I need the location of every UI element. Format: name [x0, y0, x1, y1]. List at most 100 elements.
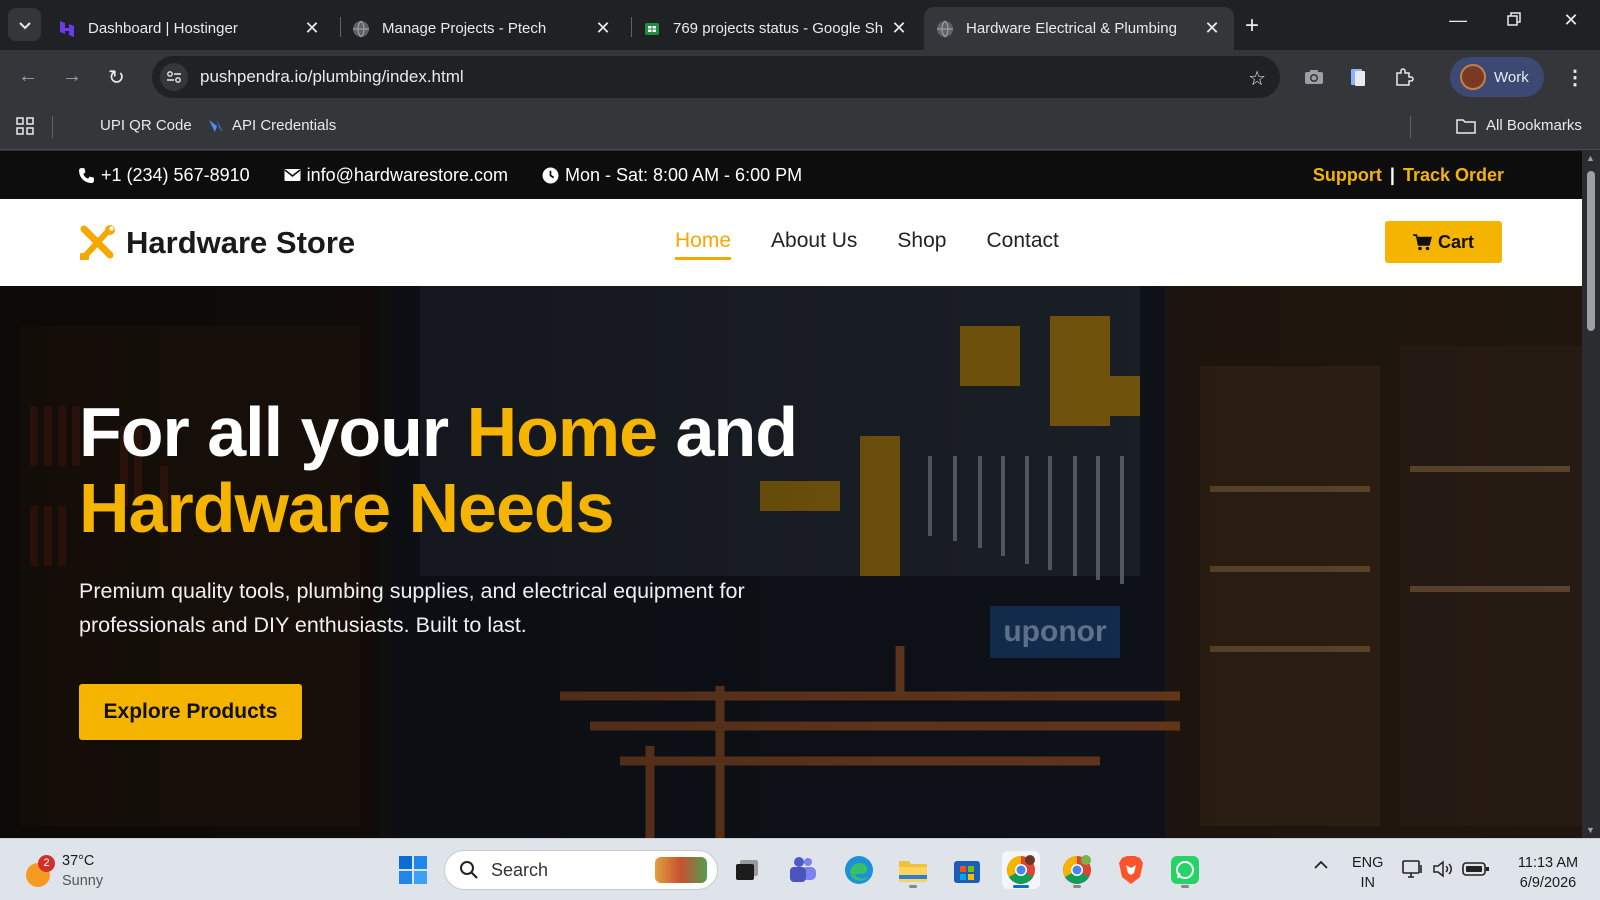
tab-title: Hardware Electrical & Plumbing: [966, 20, 1177, 37]
tab-title: 769 projects status - Google Sh: [673, 20, 884, 37]
teams-icon[interactable]: [784, 851, 822, 889]
language-indicator[interactable]: ENG IN: [1352, 853, 1383, 893]
windows-taskbar: 2 37°C Sunny Search ENG IN 11:13 AM 6/9/…: [0, 838, 1600, 900]
folder-icon: [1456, 118, 1476, 134]
extensions-puzzle-icon[interactable]: [1392, 65, 1416, 89]
nav-contact[interactable]: Contact: [986, 229, 1058, 260]
clipboard-extension-icon[interactable]: [1346, 65, 1370, 89]
cart-label: Cart: [1437, 231, 1474, 252]
reload-icon[interactable]: ↻: [108, 65, 125, 90]
nav-home[interactable]: Home: [675, 229, 732, 260]
tab-hardware-store[interactable]: Hardware Electrical & Plumbing ✕: [924, 7, 1234, 50]
tab-title: Manage Projects - Ptech: [382, 20, 547, 37]
new-tab-icon[interactable]: +: [1245, 12, 1259, 40]
explore-products-button[interactable]: Explore Products: [79, 684, 302, 740]
url-text: pushpendra.io/plumbing/index.html: [200, 67, 464, 86]
bookmark-star-icon[interactable]: ☆: [1248, 66, 1266, 91]
search-placeholder: Search: [491, 859, 549, 880]
camera-icon[interactable]: [1302, 65, 1326, 89]
email-contact[interactable]: info@hardwarestore.com: [284, 165, 508, 186]
volume-icon[interactable]: [1432, 859, 1454, 884]
tab-search-button[interactable]: [8, 8, 41, 41]
phone-number: +1 (234) 567-8910: [101, 164, 250, 185]
clock-date[interactable]: 11:13 AM 6/9/2026: [1508, 853, 1588, 893]
cart-button[interactable]: Cart: [1385, 221, 1502, 263]
tab-title: Dashboard | Hostinger: [88, 20, 238, 37]
email-address: info@hardwarestore.com: [306, 164, 508, 185]
battery-icon[interactable]: [1462, 861, 1490, 882]
close-icon[interactable]: ✕: [302, 18, 322, 39]
track-order-link[interactable]: Track Order: [1403, 165, 1504, 186]
task-view-icon[interactable]: [728, 851, 766, 889]
search-icon: [460, 861, 478, 879]
tab-hostinger[interactable]: Dashboard | Hostinger ✕: [46, 7, 334, 50]
window-close-icon[interactable]: ✕: [1556, 10, 1586, 31]
microsoft-store-icon[interactable]: [948, 851, 986, 889]
address-bar[interactable]: pushpendra.io/plumbing/index.html ☆: [152, 56, 1280, 98]
bookmarks-bar: UPI QR Code API Credentials All Bookmark…: [0, 104, 1600, 150]
tab-google-sheets[interactable]: 769 projects status - Google Sh ✕: [631, 7, 921, 50]
hero-content: For all your Home and Hardware Needs Prem…: [79, 394, 879, 740]
close-icon[interactable]: ✕: [889, 18, 909, 39]
forward-arrow-icon[interactable]: →: [62, 65, 82, 88]
phone-contact[interactable]: +1 (234) 567-8910: [78, 165, 250, 186]
close-icon[interactable]: ✕: [1202, 18, 1222, 39]
globe-icon: [936, 20, 954, 38]
weather-badge: 2: [38, 855, 55, 872]
site-header: Hardware Store Home About Us Shop Contac…: [0, 199, 1582, 286]
file-explorer-icon[interactable]: [894, 851, 932, 889]
avatar: [1460, 64, 1486, 90]
close-icon[interactable]: ✕: [593, 18, 613, 39]
chrome-profile-icon[interactable]: [1058, 851, 1096, 889]
whatsapp-icon[interactable]: [1166, 851, 1204, 889]
chrome-work-icon[interactable]: [1002, 851, 1040, 889]
site-settings-icon[interactable]: [160, 63, 188, 91]
link-separator: |: [1389, 164, 1395, 185]
lang-bottom: IN: [1360, 875, 1375, 891]
bookmark-upi-qr[interactable]: UPI QR Code: [100, 117, 192, 134]
bookmark-label: API Credentials: [232, 117, 337, 134]
all-bookmarks-button[interactable]: All Bookmarks: [1456, 117, 1582, 134]
bookmark-favicon-icon: [209, 119, 223, 132]
network-icon[interactable]: [1402, 859, 1424, 884]
restore-icon[interactable]: [1499, 10, 1529, 31]
browser-toolbar: ← → ↻ pushpendra.io/plumbing/index.html …: [0, 50, 1600, 104]
phone-icon: [79, 167, 94, 183]
bookmarks-divider: [52, 116, 53, 138]
menu-kebab-icon[interactable]: ⋮: [1565, 65, 1585, 90]
page-scrollbar[interactable]: ▲ ▼: [1582, 151, 1600, 838]
scrollbar-thumb[interactable]: [1587, 171, 1595, 331]
main-nav: Home About Us Shop Contact: [675, 229, 1099, 260]
date-text: 6/9/2026: [1519, 875, 1577, 891]
windows-start-icon[interactable]: [394, 851, 432, 889]
hero-section: uponor For all your Home andHardware Nee…: [0, 286, 1582, 838]
back-arrow-icon[interactable]: ←: [18, 65, 38, 88]
logo-text: Hardware Store: [126, 224, 356, 260]
taskbar-search-box[interactable]: Search: [444, 850, 718, 890]
sheets-icon: [643, 20, 661, 38]
profile-button[interactable]: Work: [1450, 57, 1544, 97]
edge-icon[interactable]: [840, 851, 878, 889]
tab-ptech[interactable]: Manage Projects - Ptech ✕: [340, 7, 625, 50]
apps-grid-icon[interactable]: [16, 117, 34, 135]
scroll-up-icon[interactable]: ▲: [1586, 153, 1595, 163]
topbar-links: Support | Track Order: [1313, 165, 1504, 186]
hostinger-icon: [58, 20, 76, 38]
nav-shop[interactable]: Shop: [897, 229, 946, 260]
weather-widget[interactable]: 2 37°C Sunny: [24, 851, 103, 891]
site-logo[interactable]: Hardware Store: [78, 224, 356, 261]
all-bookmarks-label: All Bookmarks: [1486, 117, 1582, 134]
minimize-icon[interactable]: —: [1443, 10, 1473, 31]
brave-icon[interactable]: [1112, 851, 1150, 889]
nav-about-us[interactable]: About Us: [771, 229, 857, 260]
hours-text: Mon - Sat: 8:00 AM - 6:00 PM: [564, 164, 803, 185]
scroll-down-icon[interactable]: ▼: [1586, 825, 1595, 835]
hero-heading: For all your Home and Hardware Needs: [79, 394, 879, 546]
search-highlight-icon: [655, 857, 707, 883]
weather-desc: Sunny: [62, 873, 104, 889]
hero-heading-highlight: Home: [466, 393, 658, 471]
support-link[interactable]: Support: [1313, 165, 1382, 186]
bookmark-api-credentials[interactable]: API Credentials: [208, 117, 336, 134]
show-hidden-icons-chevron-icon[interactable]: [1313, 857, 1329, 875]
globe-icon: [352, 20, 370, 38]
